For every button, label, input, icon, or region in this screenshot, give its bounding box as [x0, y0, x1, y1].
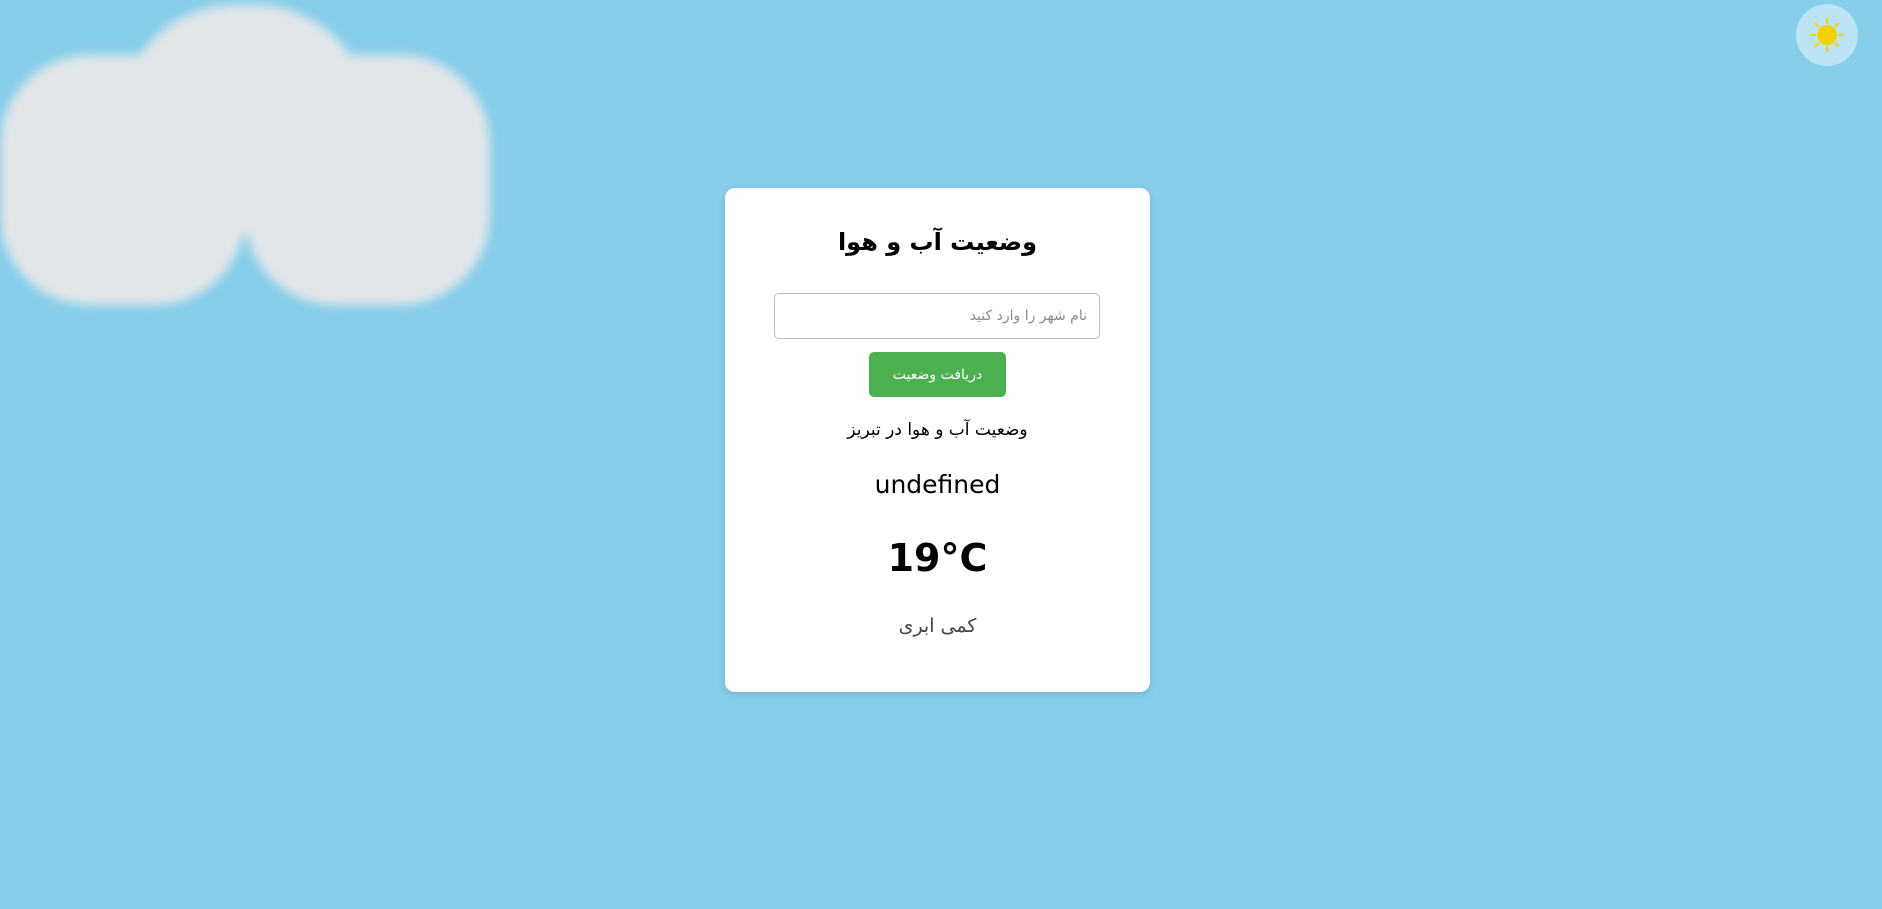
city-search-input[interactable]: [774, 293, 1100, 339]
sun-icon: [1810, 18, 1844, 52]
weather-card: وضعیت آب و هوا دریافت وضعیت وضعیت آب و ه…: [725, 188, 1150, 692]
weather-icon-text: undefined: [874, 470, 1001, 499]
temperature-value: 19°C: [887, 536, 988, 580]
get-weather-button[interactable]: دریافت وضعیت: [869, 352, 1006, 397]
theme-toggle-button[interactable]: [1796, 4, 1858, 66]
page-title: وضعیت آب و هوا: [837, 228, 1038, 256]
city-weather-heading: وضعیت آب و هوا در تبریز: [847, 420, 1028, 440]
weather-description: کمی ابری: [898, 615, 977, 637]
cloud-decoration: [0, 0, 500, 320]
